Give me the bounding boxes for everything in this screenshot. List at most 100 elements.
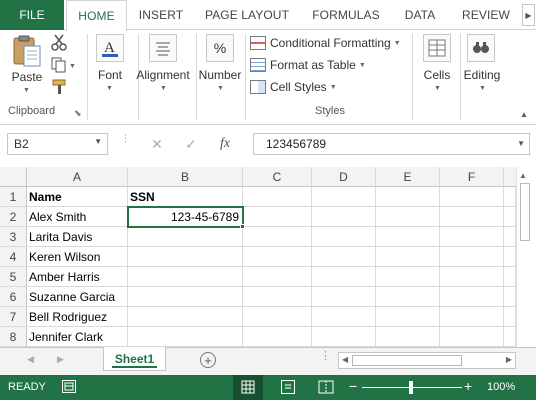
cell-b8[interactable] [128, 327, 243, 347]
cell-c3[interactable] [243, 227, 312, 247]
tab-data[interactable]: DATA [395, 0, 445, 30]
cell-g4[interactable] [504, 247, 516, 267]
zoom-out-icon[interactable]: − [349, 379, 357, 393]
cell-d7[interactable] [312, 307, 376, 327]
alignment-dropdown-icon[interactable]: ▼ [160, 85, 167, 92]
cell-c4[interactable] [243, 247, 312, 267]
collapse-ribbon-icon[interactable]: ▲ [520, 110, 528, 119]
next-sheet-icon[interactable]: ▶ [57, 354, 64, 365]
cut-icon[interactable] [50, 34, 68, 52]
cell-c1[interactable] [243, 187, 312, 207]
cell-d4[interactable] [312, 247, 376, 267]
cells-group-icon[interactable] [423, 34, 451, 62]
cell-e7[interactable] [376, 307, 440, 327]
scroll-left-icon[interactable]: ◀ [342, 355, 348, 364]
cell-a2[interactable]: Alex Smith [27, 207, 128, 227]
tab-page-layout[interactable]: PAGE LAYOUT [198, 0, 296, 30]
cell-d2[interactable] [312, 207, 376, 227]
tab-split-grip-icon[interactable]: ⋮ [320, 351, 331, 362]
formula-input[interactable]: 123456789 ▼ [253, 133, 530, 155]
name-box[interactable]: B2 ▼ [7, 133, 108, 155]
cell-c8[interactable] [243, 327, 312, 347]
enter-icon[interactable]: ✓ [174, 136, 208, 153]
zoom-level[interactable]: 100% [487, 381, 515, 393]
horizontal-scrollbar[interactable]: ◀ ▶ [338, 352, 516, 369]
insert-function-icon[interactable]: fx [208, 136, 242, 152]
number-label[interactable]: Number [196, 68, 244, 82]
column-header-a[interactable]: A [27, 167, 128, 187]
font-label[interactable]: Font [90, 68, 130, 82]
cell-f2[interactable] [440, 207, 504, 227]
number-dropdown-icon[interactable]: ▼ [217, 85, 224, 92]
cell-e4[interactable] [376, 247, 440, 267]
zoom-slider-thumb[interactable] [409, 381, 413, 394]
cell-c5[interactable] [243, 267, 312, 287]
cell-b6[interactable] [128, 287, 243, 307]
cell-f4[interactable] [440, 247, 504, 267]
row-header[interactable]: 7 [0, 307, 27, 327]
tab-review[interactable]: REVIEW [455, 0, 517, 30]
cell-g2[interactable] [504, 207, 516, 227]
cell-b2[interactable]: 123-45-6789 [128, 207, 243, 227]
cell-a8[interactable]: Jennifer Clark [27, 327, 128, 347]
cells-dropdown-icon[interactable]: ▼ [434, 85, 441, 92]
row-header[interactable]: 5 [0, 267, 27, 287]
cell-g8[interactable] [504, 327, 516, 347]
cell-a7[interactable]: Bell Rodriguez [27, 307, 128, 327]
clipboard-launcher-icon[interactable]: ⬊ [74, 108, 82, 119]
row-header[interactable]: 8 [0, 327, 27, 347]
fill-handle[interactable] [240, 224, 245, 229]
cell-e5[interactable] [376, 267, 440, 287]
tab-file[interactable]: FILE [0, 0, 64, 30]
cell-b7[interactable] [128, 307, 243, 327]
cell-a4[interactable]: Keren Wilson [27, 247, 128, 267]
cell-e3[interactable] [376, 227, 440, 247]
vertical-scroll-thumb[interactable] [520, 183, 530, 241]
cell-a5[interactable]: Amber Harris [27, 267, 128, 287]
cell-f3[interactable] [440, 227, 504, 247]
paste-dropdown-icon[interactable]: ▼ [23, 87, 30, 94]
cell-a1[interactable]: Name [27, 187, 128, 207]
row-header[interactable]: 4 [0, 247, 27, 267]
cell-d3[interactable] [312, 227, 376, 247]
conditional-formatting-button[interactable]: Conditional Formatting ▼ [250, 33, 401, 53]
number-format-icon[interactable]: % [206, 34, 234, 62]
cell-f6[interactable] [440, 287, 504, 307]
column-header-e[interactable]: E [376, 167, 440, 187]
scroll-up-icon[interactable]: ▲ [519, 171, 527, 180]
cell-d5[interactable] [312, 267, 376, 287]
chevron-down-icon[interactable]: ▼ [94, 137, 102, 146]
cell-g3[interactable] [504, 227, 516, 247]
cell-styles-button[interactable]: Cell Styles ▼ [250, 77, 337, 97]
format-as-table-button[interactable]: Format as Table ▼ [250, 55, 366, 75]
cell-e2[interactable] [376, 207, 440, 227]
row-header[interactable]: 6 [0, 287, 27, 307]
cell-b5[interactable] [128, 267, 243, 287]
cell-g5[interactable] [504, 267, 516, 287]
page-layout-view-icon[interactable] [281, 380, 295, 394]
cell-b1[interactable]: SSN [128, 187, 243, 207]
sheet-tab-sheet1[interactable]: Sheet1 [103, 347, 166, 371]
cell-a6[interactable]: Suzanne Garcia [27, 287, 128, 307]
expand-formula-bar-icon[interactable]: ▼ [517, 139, 525, 148]
editing-group-icon[interactable] [467, 34, 495, 62]
editing-dropdown-icon[interactable]: ▼ [479, 85, 486, 92]
new-sheet-icon[interactable]: + [200, 352, 216, 368]
column-header-f[interactable]: F [440, 167, 504, 187]
page-break-view-icon[interactable] [318, 380, 334, 394]
normal-view-icon[interactable] [233, 375, 263, 400]
format-painter-icon[interactable] [50, 78, 68, 96]
column-header-d[interactable]: D [312, 167, 376, 187]
cell-c7[interactable] [243, 307, 312, 327]
formula-bar-grip-icon[interactable]: ⋮ [121, 134, 130, 143]
cell-d1[interactable] [312, 187, 376, 207]
font-dropdown-icon[interactable]: ▼ [106, 85, 113, 92]
cell-c6[interactable] [243, 287, 312, 307]
row-header[interactable]: 3 [0, 227, 27, 247]
cancel-icon[interactable]: ✕ [140, 136, 174, 153]
alignment-label[interactable]: Alignment [132, 68, 194, 82]
font-group-icon[interactable]: A [96, 34, 124, 62]
tab-insert[interactable]: INSERT [130, 0, 192, 30]
prev-sheet-icon[interactable]: ◀ [27, 354, 34, 365]
cell-f8[interactable] [440, 327, 504, 347]
